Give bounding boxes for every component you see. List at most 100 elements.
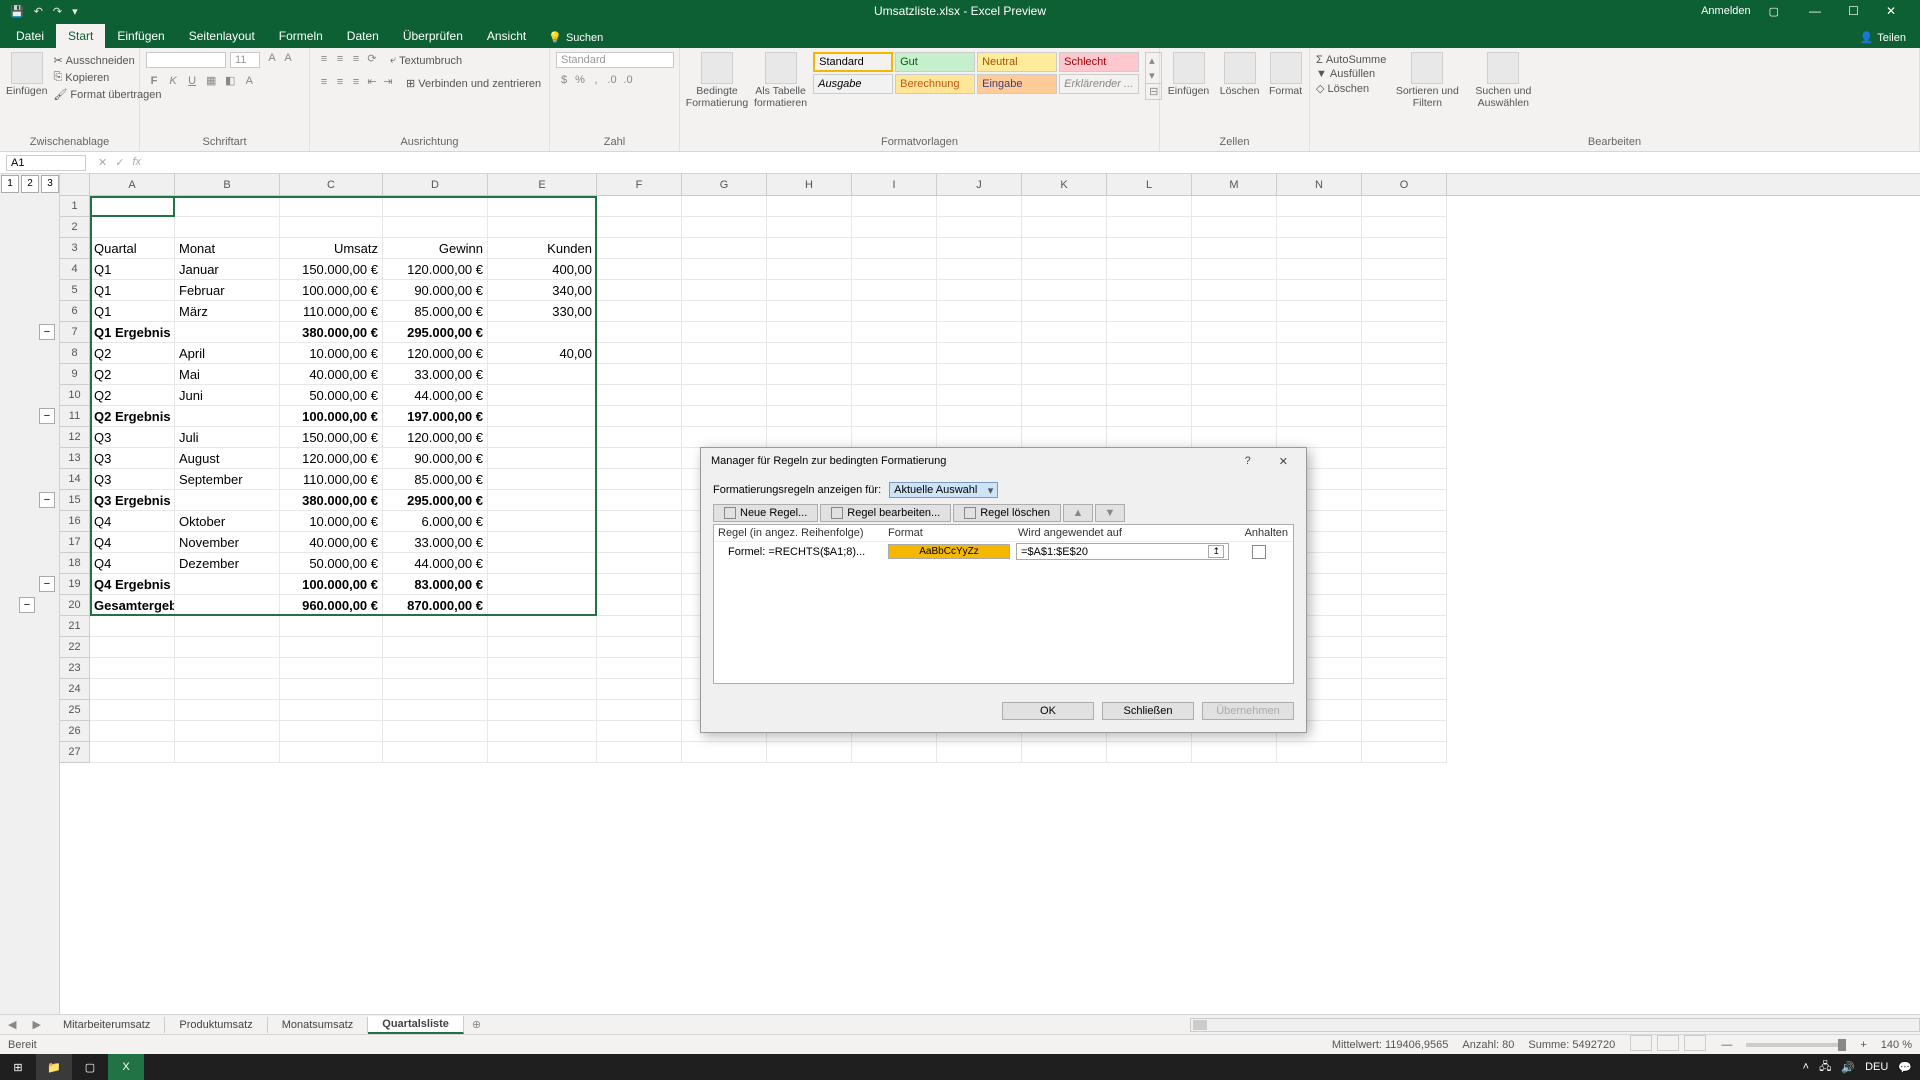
decrease-font-icon[interactable]: A [280,52,296,68]
cell-O25[interactable] [1362,700,1447,721]
tab-formulas[interactable]: Formeln [267,24,335,48]
sheet-tab-mitarbeiter[interactable]: Mitarbeiterumsatz [49,1017,165,1033]
cell-H12[interactable] [767,427,852,448]
cell-O3[interactable] [1362,238,1447,259]
font-color-icon[interactable]: A [241,75,257,91]
cell-C17[interactable]: 40.000,00 € [280,532,383,553]
cell-J9[interactable] [937,364,1022,385]
close-button[interactable]: Schließen [1102,702,1194,720]
fill-button[interactable]: ▼Ausfüllen [1316,68,1386,80]
cell-F5[interactable] [597,280,682,301]
cell-H8[interactable] [767,343,852,364]
outline-level-3[interactable]: 3 [41,175,59,193]
cell-C7[interactable]: 380.000,00 € [280,322,383,343]
dialog-close-icon[interactable]: ✕ [1271,453,1296,470]
style-ausgabe[interactable]: Ausgabe [813,74,893,94]
cell-K7[interactable] [1022,322,1107,343]
cell-N11[interactable] [1277,406,1362,427]
style-eingabe[interactable]: Eingabe [977,74,1057,94]
cell-J8[interactable] [937,343,1022,364]
outline-collapse-row-20[interactable]: − [19,597,35,613]
cell-B19[interactable] [175,574,280,595]
cell-L12[interactable] [1107,427,1192,448]
font-name-combo[interactable] [146,52,226,68]
cell-C1[interactable] [280,196,383,217]
sheet-tab-produkt[interactable]: Produktumsatz [165,1017,267,1033]
find-select-button[interactable]: Suchen und Auswählen [1468,52,1538,109]
cell-E2[interactable] [488,217,597,238]
edit-rule-button[interactable]: Regel bearbeiten... [820,504,951,522]
cell-E5[interactable]: 340,00 [488,280,597,301]
cell-F27[interactable] [597,742,682,763]
increase-font-icon[interactable]: A [264,52,280,68]
cell-J27[interactable] [937,742,1022,763]
row-header-23[interactable]: 23 [60,658,90,679]
cell-I4[interactable] [852,259,937,280]
cell-J6[interactable] [937,301,1022,322]
row-header-26[interactable]: 26 [60,721,90,742]
cell-A3[interactable]: Quartal [90,238,175,259]
cell-C9[interactable]: 40.000,00 € [280,364,383,385]
cell-F9[interactable] [597,364,682,385]
cell-F13[interactable] [597,448,682,469]
cell-C14[interactable]: 110.000,00 € [280,469,383,490]
style-neutral[interactable]: Neutral [977,52,1057,72]
cell-A19[interactable]: Q4 Ergebnis [90,574,175,595]
column-header-E[interactable]: E [488,174,597,195]
cell-B21[interactable] [175,616,280,637]
row-header-21[interactable]: 21 [60,616,90,637]
autosum-button[interactable]: ΣAutoSumme [1316,54,1386,66]
cell-L9[interactable] [1107,364,1192,385]
cell-F18[interactable] [597,553,682,574]
cell-K12[interactable] [1022,427,1107,448]
cell-C11[interactable]: 100.000,00 € [280,406,383,427]
cell-O10[interactable] [1362,385,1447,406]
undo-icon[interactable]: ↶ [34,5,43,18]
cell-G6[interactable] [682,301,767,322]
cell-H5[interactable] [767,280,852,301]
row-header-3[interactable]: 3 [60,238,90,259]
cell-L7[interactable] [1107,322,1192,343]
delete-rule-button[interactable]: Regel löschen [953,504,1061,522]
cell-D13[interactable]: 90.000,00 € [383,448,488,469]
cell-B1[interactable] [175,196,280,217]
row-header-25[interactable]: 25 [60,700,90,721]
cell-L6[interactable] [1107,301,1192,322]
cell-N12[interactable] [1277,427,1362,448]
style-schlecht[interactable]: Schlecht [1059,52,1139,72]
cell-A20[interactable]: Gesamtergebnis [90,595,175,616]
cell-D4[interactable]: 120.000,00 € [383,259,488,280]
cell-F4[interactable] [597,259,682,280]
cell-C6[interactable]: 110.000,00 € [280,301,383,322]
cell-G1[interactable] [682,196,767,217]
cell-J12[interactable] [937,427,1022,448]
dialog-help-icon[interactable]: ? [1237,453,1259,470]
cell-D24[interactable] [383,679,488,700]
cell-O5[interactable] [1362,280,1447,301]
cell-A26[interactable] [90,721,175,742]
cell-F3[interactable] [597,238,682,259]
cell-F15[interactable] [597,490,682,511]
cell-C2[interactable] [280,217,383,238]
cell-L4[interactable] [1107,259,1192,280]
cell-B20[interactable] [175,595,280,616]
cell-D26[interactable] [383,721,488,742]
cell-M1[interactable] [1192,196,1277,217]
cell-K8[interactable] [1022,343,1107,364]
cancel-formula-icon[interactable]: ✕ [98,156,107,169]
cell-N6[interactable] [1277,301,1362,322]
tab-home[interactable]: Start [56,24,105,48]
cell-D19[interactable]: 83.000,00 € [383,574,488,595]
cell-F16[interactable] [597,511,682,532]
row-header-27[interactable]: 27 [60,742,90,763]
cell-D10[interactable]: 44.000,00 € [383,385,488,406]
cell-N10[interactable] [1277,385,1362,406]
cell-C21[interactable] [280,616,383,637]
indent-inc-icon[interactable]: ⇥ [380,75,396,91]
cell-G10[interactable] [682,385,767,406]
cell-F1[interactable] [597,196,682,217]
stop-if-true-checkbox[interactable] [1252,545,1266,559]
cell-F19[interactable] [597,574,682,595]
row-header-18[interactable]: 18 [60,553,90,574]
cell-K5[interactable] [1022,280,1107,301]
